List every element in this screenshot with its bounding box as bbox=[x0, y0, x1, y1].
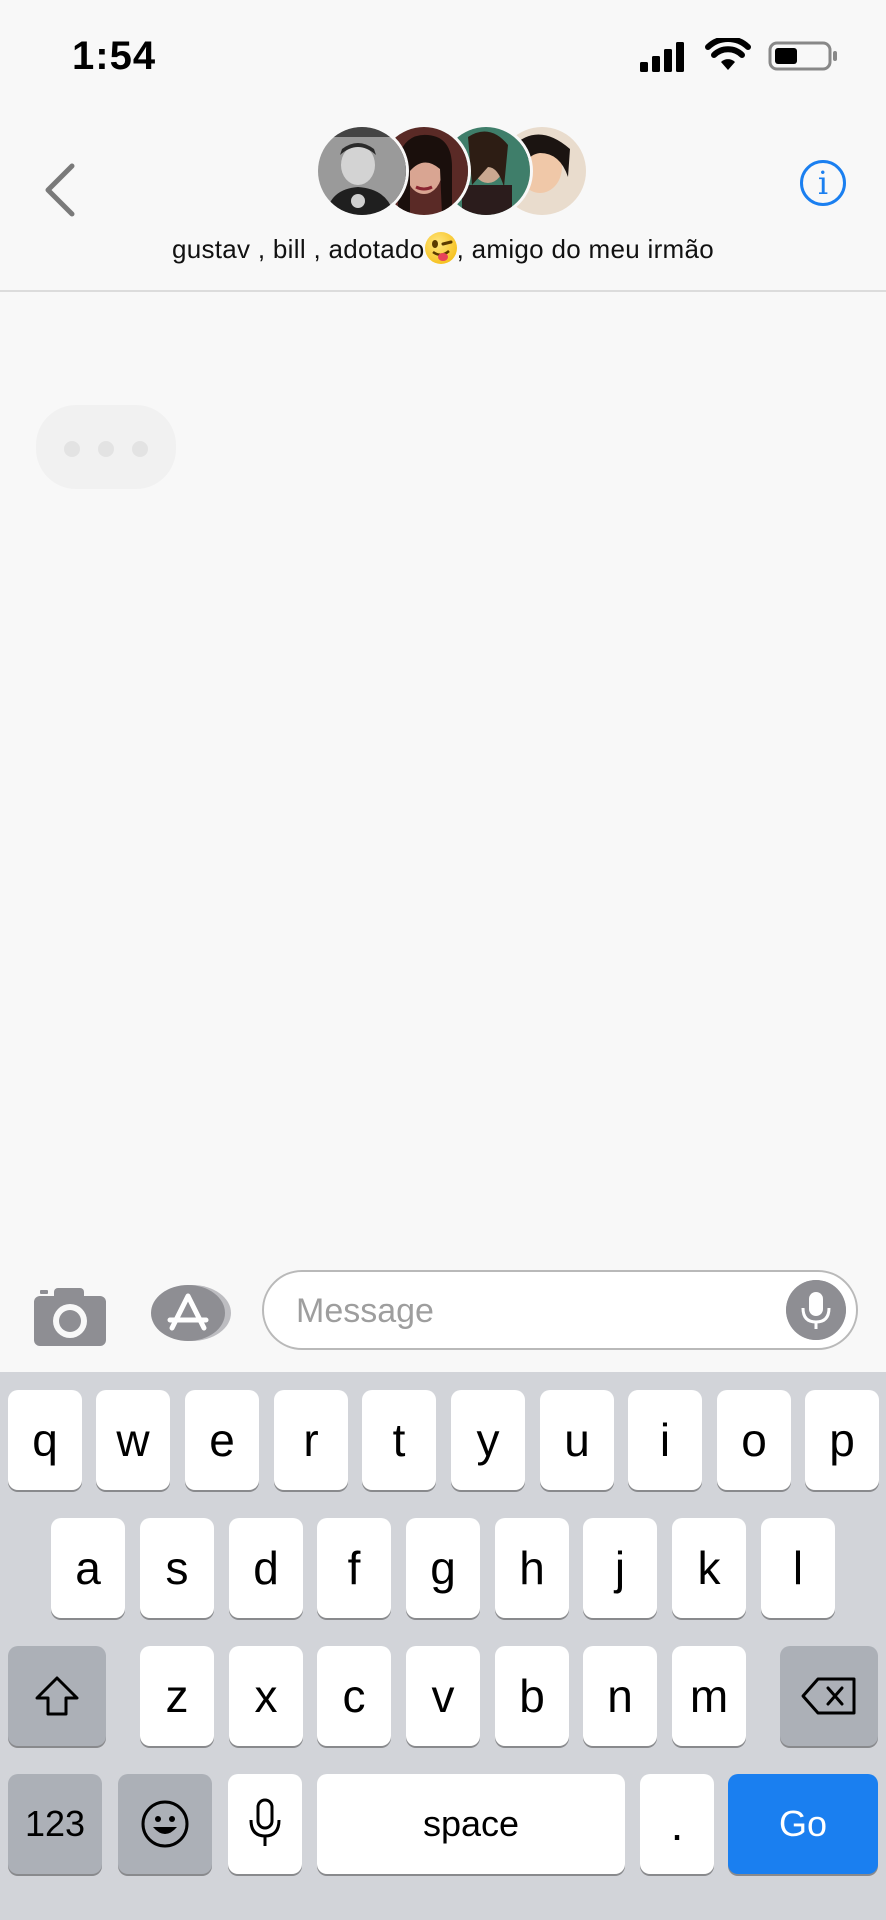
typing-indicator bbox=[36, 405, 176, 489]
group-title-part1: gustav , bill , adotado bbox=[171, 234, 425, 264]
key[interactable]: a bbox=[51, 1518, 125, 1618]
conversation-header: gustav , bill , adotado , amigo do meu i… bbox=[0, 110, 886, 292]
wifi-icon bbox=[705, 38, 751, 70]
avatar bbox=[315, 124, 409, 218]
key[interactable]: d bbox=[229, 1518, 303, 1618]
typing-dot bbox=[64, 441, 80, 457]
key[interactable]: j bbox=[583, 1518, 657, 1618]
microphone-icon bbox=[249, 1798, 281, 1846]
typing-dot bbox=[98, 441, 114, 457]
winking-tongue-emoji-icon bbox=[424, 232, 457, 264]
key[interactable]: p bbox=[805, 1390, 879, 1490]
composer-bar bbox=[0, 1258, 886, 1370]
battery-icon bbox=[768, 41, 837, 71]
delete-key[interactable] bbox=[780, 1646, 878, 1746]
shift-arrow-icon bbox=[35, 1676, 79, 1716]
signal-icon bbox=[640, 42, 684, 72]
go-key[interactable]: Go bbox=[728, 1774, 878, 1874]
key[interactable]: e bbox=[185, 1390, 259, 1490]
backspace-icon bbox=[801, 1677, 856, 1715]
emoji-smiley-icon bbox=[141, 1800, 189, 1848]
key[interactable]: g bbox=[406, 1518, 480, 1618]
key[interactable]: n bbox=[583, 1646, 657, 1746]
space-key[interactable]: space bbox=[317, 1774, 625, 1874]
key[interactable]: q bbox=[8, 1390, 82, 1490]
group-title[interactable]: gustav , bill , adotado , amigo do meu i… bbox=[0, 232, 886, 265]
shift-key[interactable] bbox=[8, 1646, 106, 1746]
camera-icon[interactable] bbox=[34, 1286, 110, 1346]
key[interactable]: r bbox=[274, 1390, 348, 1490]
key[interactable]: b bbox=[495, 1646, 569, 1746]
key[interactable]: h bbox=[495, 1518, 569, 1618]
keyboard-bottom-area bbox=[0, 1882, 886, 1920]
key[interactable]: s bbox=[140, 1518, 214, 1618]
key[interactable]: t bbox=[362, 1390, 436, 1490]
group-avatars[interactable] bbox=[315, 124, 589, 218]
key[interactable]: l bbox=[761, 1518, 835, 1618]
key[interactable]: y bbox=[451, 1390, 525, 1490]
numbers-key[interactable]: 123 bbox=[8, 1774, 102, 1874]
key[interactable]: k bbox=[672, 1518, 746, 1618]
key[interactable]: o bbox=[717, 1390, 791, 1490]
key[interactable]: z bbox=[140, 1646, 214, 1746]
info-button[interactable]: i bbox=[800, 160, 846, 206]
dictation-mic-icon[interactable] bbox=[786, 1280, 846, 1340]
message-input[interactable] bbox=[294, 1286, 758, 1336]
group-title-part2: , amigo do meu irmão bbox=[456, 234, 715, 264]
key[interactable]: f bbox=[317, 1518, 391, 1618]
key[interactable]: i bbox=[628, 1390, 702, 1490]
dictation-key[interactable] bbox=[228, 1774, 302, 1874]
key[interactable]: m bbox=[672, 1646, 746, 1746]
key[interactable]: u bbox=[540, 1390, 614, 1490]
period-key[interactable]: . bbox=[640, 1774, 714, 1874]
key[interactable]: w bbox=[96, 1390, 170, 1490]
typing-dot bbox=[132, 441, 148, 457]
message-field[interactable] bbox=[262, 1270, 858, 1350]
back-chevron-icon[interactable] bbox=[40, 160, 80, 220]
keyboard: q w e r t y u i o p a s d f g h j k l z … bbox=[0, 1372, 886, 1882]
key[interactable]: v bbox=[406, 1646, 480, 1746]
key[interactable]: c bbox=[317, 1646, 391, 1746]
emoji-key[interactable] bbox=[118, 1774, 212, 1874]
status-time: 1:54 bbox=[72, 34, 157, 78]
status-bar: 1:54 bbox=[0, 0, 886, 110]
app-store-icon[interactable] bbox=[150, 1284, 232, 1342]
key[interactable]: x bbox=[229, 1646, 303, 1746]
